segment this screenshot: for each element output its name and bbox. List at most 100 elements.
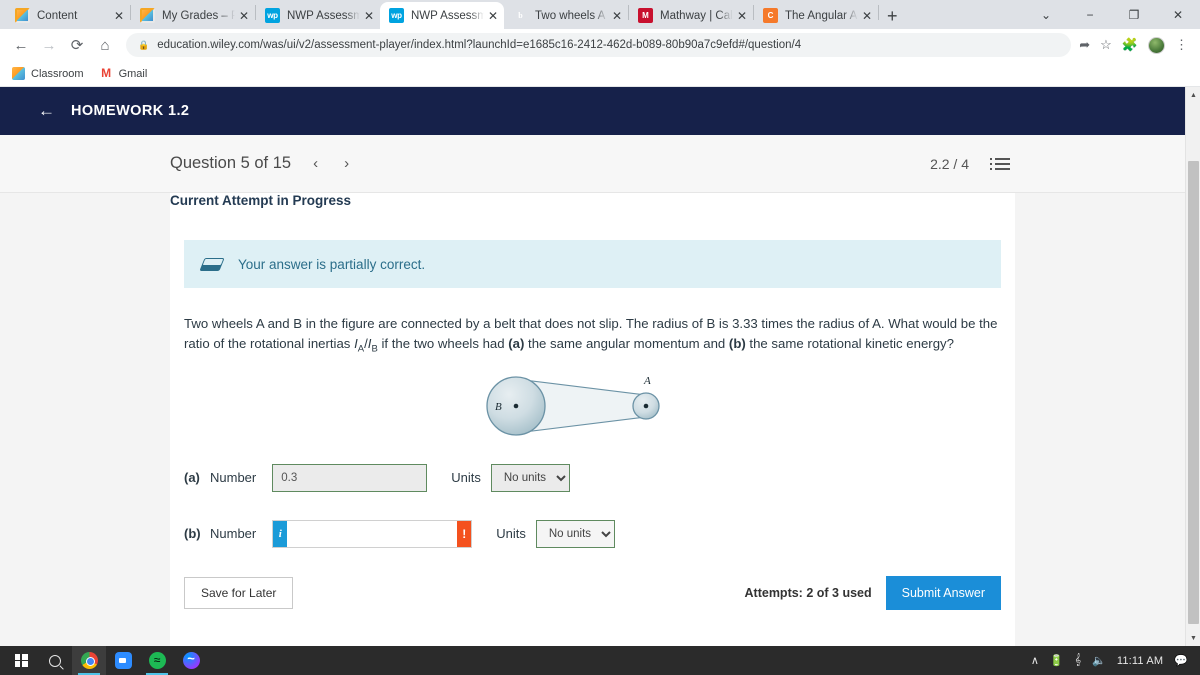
scrollbar-thumb[interactable] (1188, 161, 1199, 624)
part-label-a: (a) (184, 470, 200, 486)
system-tray: ∧ 🔋 𝄞 🔈 11:11 AM 💬 (1031, 654, 1196, 667)
messenger-icon[interactable] (174, 646, 208, 675)
app-header: ← HOMEWORK 1.2 (0, 87, 1200, 135)
browser-tab-5[interactable]: M Mathway | Calcul ✕ (629, 2, 753, 29)
wiley-wp-icon: wp (389, 8, 404, 23)
home-icon[interactable]: ⌂ (92, 32, 118, 58)
battery-icon[interactable]: 🔋 (1050, 654, 1064, 667)
browser-tab-3-active[interactable]: wp NWP Assessment ✕ (380, 2, 504, 29)
windows-taskbar: ∧ 🔋 𝄞 🔈 11:11 AM 💬 (0, 646, 1200, 675)
question-footer: Save for Later Attempts: 2 of 3 used Sub… (184, 575, 1001, 610)
tab-close-icon[interactable]: ✕ (862, 10, 872, 22)
next-question-button[interactable]: › (340, 155, 353, 172)
page-scrollbar[interactable]: ▲ ▼ (1185, 87, 1200, 646)
browser-tab-6[interactable]: C The Angular Acce ✕ (754, 2, 878, 29)
share-icon[interactable]: ➦ (1079, 37, 1090, 53)
tab-close-icon[interactable]: ✕ (612, 10, 622, 22)
info-icon[interactable]: i (273, 520, 288, 547)
search-icon[interactable] (38, 646, 72, 675)
number-input-group-b: i ! (272, 519, 473, 548)
new-tab-button[interactable]: + (887, 7, 898, 25)
number-label-b: Number (210, 526, 257, 542)
extensions-puzzle-icon[interactable]: 🧩 (1122, 37, 1138, 53)
tab-title: NWP Assessment (287, 9, 360, 22)
back-icon[interactable]: ← (8, 32, 34, 58)
tab-separator (878, 5, 879, 20)
browser-toolbar: ← → ⟳ ⌂ 🔒 education.wiley.com/was/ui/v2/… (0, 29, 1200, 61)
maximize-icon[interactable]: ❐ (1112, 8, 1156, 22)
units-label-a: Units (451, 470, 481, 486)
spotify-icon[interactable] (140, 646, 174, 675)
previous-question-button[interactable]: ‹ (309, 155, 322, 172)
tab-close-icon[interactable]: ✕ (239, 10, 249, 22)
tab-title: Content (37, 9, 78, 22)
zoom-icon[interactable] (106, 646, 140, 675)
error-warning-icon: ! (457, 520, 472, 547)
classroom-icon (140, 8, 155, 23)
tab-close-icon[interactable]: ✕ (737, 10, 747, 22)
score-display: 2.2 / 4 (930, 155, 969, 172)
address-bar[interactable]: 🔒 education.wiley.com/was/ui/v2/assessme… (126, 33, 1072, 57)
answer-row-b: (b) Number i ! Units No units (184, 519, 1001, 548)
clock[interactable]: 11:11 AM (1117, 655, 1163, 667)
bookmark-label: Classroom (31, 67, 84, 80)
wiley-wp-icon: wp (265, 8, 280, 23)
notification-icon[interactable]: 💬 (1174, 654, 1188, 667)
toolbar-icons: ➦ ☆ 🧩 ⋮ (1079, 36, 1192, 54)
svg-text:A: A (643, 375, 651, 387)
reload-icon[interactable]: ⟳ (64, 32, 90, 58)
minimize-icon[interactable]: − (1068, 8, 1112, 22)
tab-search-chevron-icon[interactable]: ⌄ (1024, 8, 1068, 22)
scroll-up-arrow[interactable]: ▲ (1186, 87, 1200, 103)
bookmarks-bar: Classroom M Gmail (0, 61, 1200, 87)
question-nav-right: 2.2 / 4 (930, 156, 1010, 172)
figure-svg: B A (485, 375, 660, 436)
tab-title: The Angular Acce (785, 9, 858, 22)
answer-fields: (a) Number Units No units (b) Number i ! (184, 463, 1001, 548)
browser-tab-1[interactable]: My Grades – PHY ✕ (131, 2, 255, 29)
partially-correct-icon (199, 257, 225, 271)
partially-correct-alert: Your answer is partially correct. (184, 240, 1001, 288)
question-counter: Question 5 of 15 (170, 154, 292, 172)
forward-icon[interactable]: → (36, 32, 62, 58)
bookmark-gmail[interactable]: M Gmail (99, 66, 147, 80)
question-list-icon[interactable] (990, 157, 1010, 170)
question-text: Two wheels A and B in the figure are con… (184, 314, 1001, 358)
wifi-icon[interactable]: 𝄞 (1075, 654, 1082, 667)
tab-close-icon[interactable]: ✕ (114, 10, 124, 22)
classroom-icon (15, 8, 30, 23)
volume-icon[interactable]: 🔈 (1092, 654, 1106, 667)
save-for-later-button[interactable]: Save for Later (184, 576, 294, 609)
part-label-b: (b) (184, 526, 201, 542)
gmail-icon: M (99, 66, 113, 80)
svg-text:B: B (495, 401, 502, 413)
mathway-m-icon: M (638, 8, 653, 23)
tab-close-icon[interactable]: ✕ (488, 10, 498, 22)
browser-tab-0[interactable]: Content ✕ (6, 2, 130, 29)
bookmark-star-icon[interactable]: ☆ (1100, 37, 1112, 53)
profile-avatar[interactable] (1148, 36, 1165, 54)
tab-title: Mathway | Calcul (660, 9, 733, 22)
tab-strip: Content ✕ My Grades – PHY ✕ wp NWP Asses… (0, 0, 1200, 29)
submit-answer-button[interactable]: Submit Answer (885, 575, 1001, 610)
tab-title: NWP Assessment (411, 9, 484, 22)
windows-start-icon[interactable] (4, 646, 38, 675)
scroll-down-arrow[interactable]: ▼ (1186, 630, 1200, 646)
units-select-b[interactable]: No units (535, 519, 615, 548)
attempt-status-header: Current Attempt in Progress (170, 193, 352, 208)
chrome-icon[interactable] (72, 646, 106, 675)
browser-tab-2[interactable]: wp NWP Assessment ✕ (256, 2, 380, 29)
number-input-b[interactable] (287, 520, 458, 547)
question-navigation-bar: Question 5 of 15 ‹ › 2.2 / 4 (0, 135, 1200, 193)
part-b-marker: (b) (728, 336, 746, 352)
bookmark-classroom[interactable]: Classroom (12, 67, 84, 80)
back-to-assignments-icon[interactable]: ← (38, 101, 55, 121)
browser-tab-4[interactable]: b Two wheels A and ✕ (504, 2, 628, 29)
tab-close-icon[interactable]: ✕ (364, 10, 374, 22)
tray-chevron-icon[interactable]: ∧ (1031, 654, 1039, 667)
chrome-menu-icon[interactable]: ⋮ (1175, 37, 1188, 53)
browser-window: Content ✕ My Grades – PHY ✕ wp NWP Asses… (0, 0, 1200, 646)
close-window-icon[interactable]: ✕ (1156, 8, 1200, 22)
units-select-a[interactable]: No units (490, 463, 570, 492)
number-input-a[interactable] (272, 463, 428, 492)
